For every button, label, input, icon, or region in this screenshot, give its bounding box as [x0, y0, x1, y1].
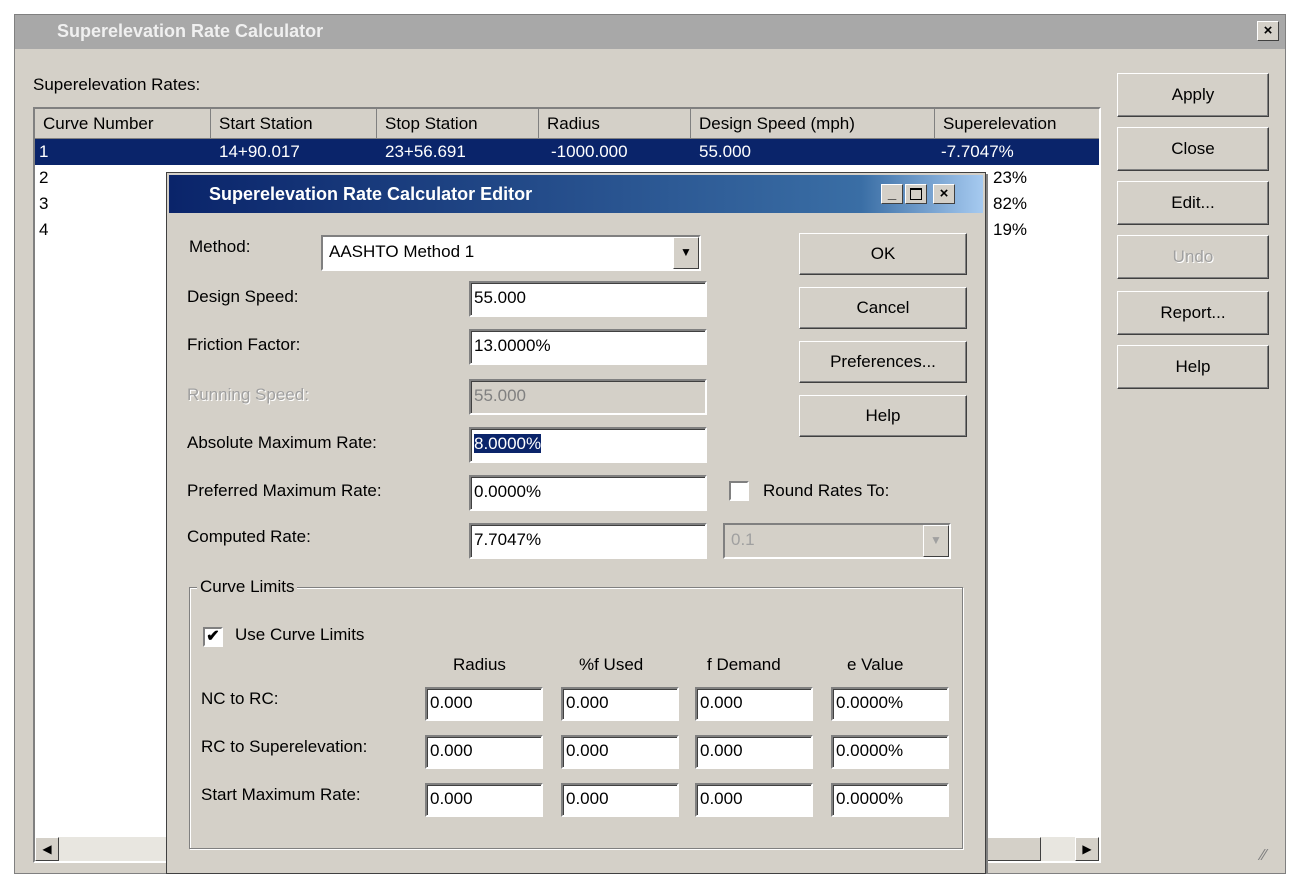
curve-limits-label: Curve Limits — [197, 577, 298, 597]
col-header-stop-station[interactable]: Stop Station — [377, 109, 539, 139]
apply-button[interactable]: Apply — [1117, 73, 1269, 117]
nc-to-rc-e-value-field[interactable]: 0.0000% — [831, 687, 949, 721]
absolute-max-rate-field[interactable]: 8.0000% — [469, 427, 707, 463]
maximize-icon[interactable] — [905, 184, 927, 204]
nc-to-rc-f-demand-field[interactable]: 0.000 — [695, 687, 813, 721]
scroll-right-icon[interactable]: ▶ — [1075, 837, 1099, 861]
main-close-icon[interactable]: × — [1257, 21, 1279, 41]
cell-design-speed: 55.000 — [699, 142, 751, 161]
main-title-bar[interactable]: Superelevation Rate Calculator × — [15, 15, 1285, 49]
rc-to-se-radius-field[interactable]: 0.000 — [425, 735, 543, 769]
col-header-superelevation[interactable]: Superelevation — [935, 109, 1099, 139]
undo-button[interactable]: Undo — [1117, 235, 1269, 279]
cancel-button[interactable]: Cancel — [799, 287, 967, 329]
start-max-f-demand-field[interactable]: 0.000 — [695, 783, 813, 817]
col-header-radius[interactable]: Radius — [539, 109, 691, 139]
start-max-rate-label: Start Maximum Rate: — [201, 785, 361, 804]
design-speed-label: Design Speed: — [187, 287, 299, 306]
computed-rate-label: Computed Rate: — [187, 527, 311, 546]
ok-button[interactable]: OK — [799, 233, 967, 275]
method-label: Method: — [189, 237, 251, 256]
running-speed-field: 55.000 — [469, 379, 707, 415]
start-max-f-used-field[interactable]: 0.000 — [561, 783, 679, 817]
resize-grip-icon[interactable]: ⁄⁄ — [1261, 847, 1266, 865]
cell-stop-station: 23+56.691 — [385, 142, 466, 161]
editor-dialog: Superelevation Rate Calculator Editor _ … — [166, 172, 986, 874]
chevron-down-icon: ▼ — [923, 525, 949, 557]
editor-title-bar[interactable]: Superelevation Rate Calculator Editor _ … — [169, 175, 983, 213]
use-curve-limits-checkbox[interactable]: ✔ — [203, 627, 223, 647]
check-mark-icon: ✔ — [206, 628, 220, 645]
nc-to-rc-label: NC to RC: — [201, 689, 279, 708]
use-curve-limits-label: Use Curve Limits — [235, 625, 365, 644]
col-header-f-used: %f Used — [579, 655, 644, 674]
design-speed-field[interactable]: 55.000 — [469, 281, 707, 317]
absolute-max-rate-value: 8.0000% — [474, 434, 542, 453]
round-rates-select: 0.1 ▼ — [723, 523, 951, 559]
scroll-thumb[interactable] — [985, 837, 1041, 861]
col-header-start-station[interactable]: Start Station — [211, 109, 377, 139]
computed-rate-field[interactable]: 7.7047% — [469, 523, 707, 559]
friction-factor-field[interactable]: 13.0000% — [469, 329, 707, 365]
close-button[interactable]: Close — [1117, 127, 1269, 171]
cell-curve-number: 1 — [39, 142, 49, 161]
cell-superelevation: -7.7047% — [941, 142, 1014, 161]
editor-help-button[interactable]: Help — [799, 395, 967, 437]
nc-to-rc-radius-field[interactable]: 0.000 — [425, 687, 543, 721]
table-row[interactable]: 1 14+90.017 23+56.691 -1000.000 55.000 -… — [35, 139, 1099, 165]
start-max-radius-field[interactable]: 0.000 — [425, 783, 543, 817]
rc-to-se-e-value-field[interactable]: 0.0000% — [831, 735, 949, 769]
round-rates-checkbox[interactable] — [729, 481, 749, 501]
minimize-icon[interactable]: _ — [881, 184, 903, 204]
col-header-f-demand: f Demand — [707, 655, 781, 674]
start-max-e-value-field[interactable]: 0.0000% — [831, 783, 949, 817]
round-rates-label: Round Rates To: — [763, 481, 890, 500]
method-value: AASHTO Method 1 — [329, 242, 475, 261]
col-header-design-speed[interactable]: Design Speed (mph) — [691, 109, 935, 139]
col-header-radius: Radius — [453, 655, 506, 674]
scroll-left-icon[interactable]: ◀ — [35, 837, 59, 861]
rc-to-se-f-used-field[interactable]: 0.000 — [561, 735, 679, 769]
cell-curve-number: 3 — [39, 194, 49, 213]
chevron-down-icon[interactable]: ▼ — [673, 237, 699, 269]
editor-title: Superelevation Rate Calculator Editor — [209, 184, 533, 204]
superelevation-rates-label: Superelevation Rates: — [33, 75, 201, 94]
cell-start-station: 14+90.017 — [219, 142, 300, 161]
main-window-title: Superelevation Rate Calculator — [57, 21, 324, 41]
running-speed-label: Running Speed: — [187, 385, 309, 404]
cell-curve-number: 2 — [39, 168, 49, 187]
edit-button[interactable]: Edit... — [1117, 181, 1269, 225]
cell-superelevation: 23% — [993, 168, 1028, 187]
friction-factor-label: Friction Factor: — [187, 335, 301, 354]
nc-to-rc-f-used-field[interactable]: 0.000 — [561, 687, 679, 721]
help-button[interactable]: Help — [1117, 345, 1269, 389]
preferred-max-rate-field[interactable]: 0.0000% — [469, 475, 707, 511]
preferences-button[interactable]: Preferences... — [799, 341, 967, 383]
cell-superelevation: 19% — [993, 220, 1028, 239]
report-button[interactable]: Report... — [1117, 291, 1269, 335]
cell-radius: -1000.000 — [551, 142, 628, 161]
editor-close-icon[interactable]: × — [933, 184, 955, 204]
cell-superelevation: 82% — [993, 194, 1028, 213]
rc-to-se-f-demand-field[interactable]: 0.000 — [695, 735, 813, 769]
method-select[interactable]: AASHTO Method 1 ▼ — [321, 235, 701, 271]
rc-to-superelevation-label: RC to Superelevation: — [201, 737, 368, 756]
preferred-max-rate-label: Preferred Maximum Rate: — [187, 481, 382, 500]
col-header-e-value: e Value — [847, 655, 904, 674]
cell-curve-number: 4 — [39, 220, 49, 239]
round-rates-value: 0.1 — [731, 530, 755, 549]
absolute-max-rate-label: Absolute Maximum Rate: — [187, 433, 377, 452]
col-header-curve-number[interactable]: Curve Number — [35, 109, 211, 139]
